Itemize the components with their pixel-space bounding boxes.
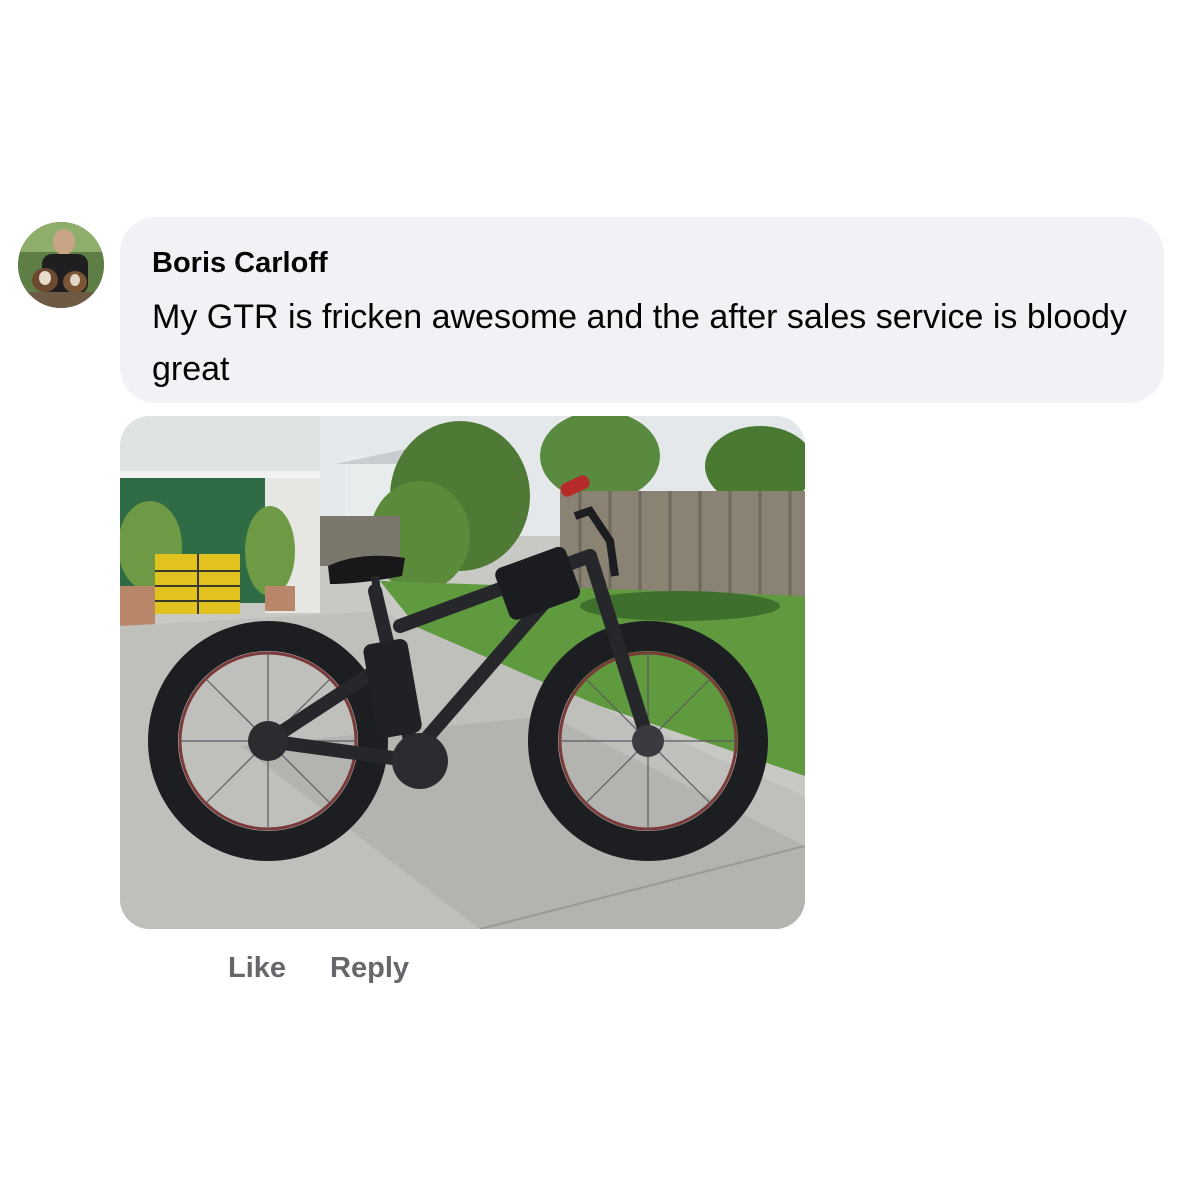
comment-author[interactable]: Boris Carloff bbox=[152, 245, 1132, 281]
like-button[interactable]: Like bbox=[228, 948, 286, 988]
comment-text: My GTR is fricken awesome and the after … bbox=[152, 298, 1128, 388]
comment-bubble: Boris Carloff My GTR is fricken awesome … bbox=[120, 217, 1164, 403]
comment-actions: Like Reply bbox=[228, 948, 409, 988]
reply-button[interactable]: Reply bbox=[330, 948, 409, 988]
avatar[interactable] bbox=[18, 222, 104, 308]
comment-photo[interactable] bbox=[120, 416, 805, 929]
comment-thread: Boris Carloff My GTR is fricken awesome … bbox=[0, 0, 1200, 1200]
